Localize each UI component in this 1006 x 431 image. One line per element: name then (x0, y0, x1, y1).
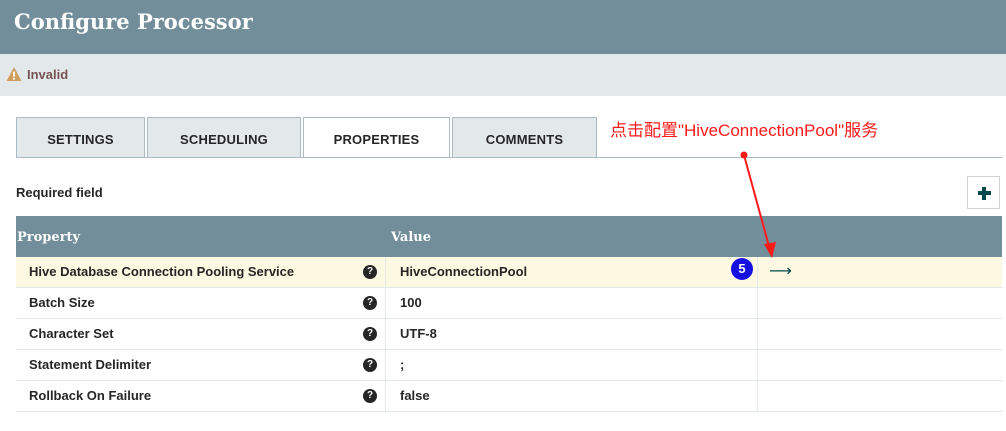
property-value[interactable]: false (400, 381, 430, 412)
dialog-title: Configure Processor (14, 9, 253, 34)
warning-icon (6, 67, 22, 81)
tab-comments[interactable]: COMMENTS (452, 117, 597, 158)
property-value[interactable]: 100 (400, 288, 422, 319)
arrow-right-icon[interactable]: ⟶ (769, 261, 792, 281)
help-icon[interactable]: ? (363, 265, 377, 279)
help-icon[interactable]: ? (363, 327, 377, 341)
property-value[interactable]: UTF-8 (400, 319, 437, 350)
status-bar: Invalid (0, 54, 1006, 96)
tab-divider (16, 157, 1002, 158)
property-name: Statement Delimiter (29, 357, 152, 372)
tab-properties[interactable]: PROPERTIES (303, 117, 450, 158)
table-row[interactable]: Character Set ? UTF-8 (16, 319, 1002, 350)
property-name: Hive Database Connection Pooling Service (29, 264, 295, 279)
column-header-property: Property (17, 230, 81, 245)
table-header: Property Value (16, 216, 1002, 257)
help-icon[interactable]: ? (363, 389, 377, 403)
property-name: Character Set (29, 326, 114, 341)
table-row[interactable]: Rollback On Failure ? false (16, 381, 1002, 412)
tab-settings[interactable]: SETTINGS (16, 117, 145, 158)
add-property-button[interactable] (967, 176, 1000, 209)
property-name: Batch Size (29, 295, 95, 310)
required-field-label: Required field (16, 185, 103, 200)
help-icon[interactable]: ? (363, 358, 377, 372)
column-header-value: Value (391, 230, 431, 245)
property-value[interactable]: HiveConnectionPool (400, 257, 527, 288)
tab-scheduling[interactable]: SCHEDULING (147, 117, 301, 158)
property-value[interactable]: ; (400, 350, 404, 381)
dialog-header: Configure Processor (0, 0, 1006, 54)
annotation-text: 点击配置"HiveConnectionPool"服务 (610, 121, 879, 140)
step-badge: 5 (731, 258, 753, 280)
status-text: Invalid (27, 67, 69, 82)
table-row[interactable]: Statement Delimiter ? ; (16, 350, 1002, 381)
help-icon[interactable]: ? (363, 296, 377, 310)
table-row[interactable]: Hive Database Connection Pooling Service… (16, 257, 1002, 288)
properties-table: Property Value Hive Database Connection … (16, 216, 1002, 412)
table-row[interactable]: Batch Size ? 100 (16, 288, 1002, 319)
property-name: Rollback On Failure (29, 388, 152, 403)
